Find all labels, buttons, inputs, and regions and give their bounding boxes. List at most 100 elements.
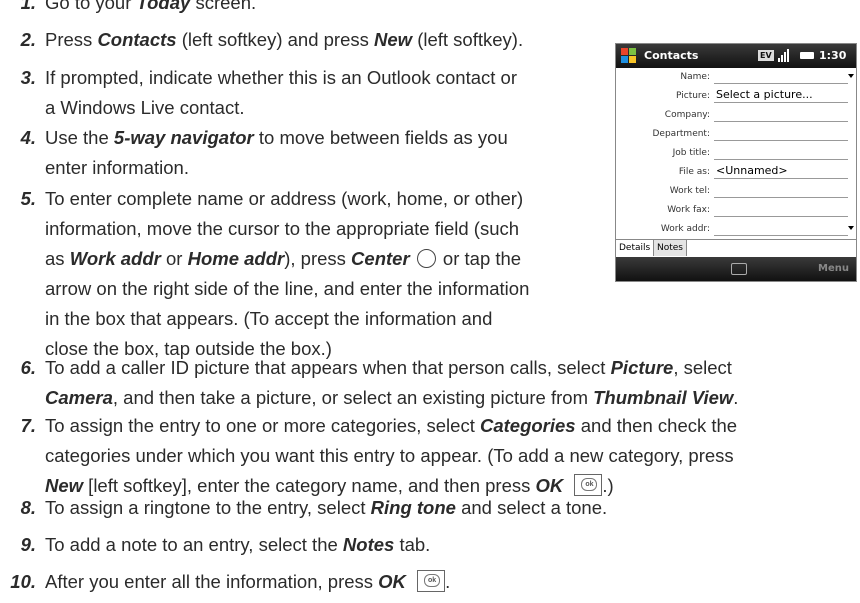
plain-text: Use the — [45, 127, 114, 148]
step-text-line: as Work addr or Home addr), press Center… — [45, 246, 521, 271]
field-input[interactable] — [714, 145, 848, 160]
plain-text: To add a caller ID picture that appears … — [45, 357, 611, 378]
contact-field-row[interactable]: Work addr: — [616, 221, 856, 238]
plain-text: information, move the cursor to the appr… — [45, 218, 520, 239]
emphasis-term: Work addr — [69, 248, 161, 269]
step-text-line: a Windows Live contact. — [45, 95, 244, 120]
field-input[interactable] — [714, 126, 848, 141]
contact-field-row[interactable]: Picture: Select a picture... — [616, 88, 856, 105]
emphasis-term: Picture — [610, 357, 674, 378]
plain-text: . — [733, 387, 739, 408]
plain-text: to move between fields as you — [253, 127, 508, 148]
tab-notes[interactable]: Notes — [654, 240, 687, 256]
plain-text: Press — [45, 29, 98, 50]
step-text-line: Press Contacts (left softkey) and press … — [45, 27, 523, 52]
phone-title-bar: Contacts EV 1:30 — [616, 44, 856, 68]
phone-title: Contacts — [644, 49, 699, 62]
contact-field-row[interactable]: Work tel: — [616, 183, 856, 200]
contact-field-row[interactable]: File as: <Unnamed> — [616, 164, 856, 181]
field-input[interactable] — [714, 202, 848, 217]
dropdown-arrow-icon[interactable] — [848, 74, 854, 78]
field-label: Work fax: — [667, 205, 710, 215]
emphasis-term: New — [374, 29, 413, 50]
plain-text: (left softkey). — [412, 29, 524, 50]
step-text-line: Camera, and then take a picture, or sele… — [45, 385, 738, 410]
field-label: File as: — [678, 167, 710, 177]
emphasis-term: Ring tone — [370, 497, 456, 518]
step-number: 7. — [20, 415, 36, 436]
field-input[interactable] — [714, 183, 848, 198]
contact-field-row[interactable]: Name: — [616, 69, 856, 86]
field-label: Department: — [652, 129, 711, 139]
center-button-icon — [416, 249, 436, 268]
step-text-line: After you enter all the information, pre… — [45, 569, 450, 594]
plain-text: or tap the — [437, 248, 522, 269]
plain-text: enter information. — [45, 157, 189, 178]
plain-text — [410, 248, 415, 269]
plain-text: and select a tone. — [455, 497, 608, 518]
ok-button-icon: ok — [417, 570, 446, 592]
contact-form-screenshot: Contacts EV 1:30 Name: Picture: Select a p… — [615, 43, 857, 282]
plain-text: categories under which you want this ent… — [45, 445, 734, 466]
field-label: Work tel: — [669, 186, 710, 196]
contact-field-row[interactable]: Department: — [616, 126, 856, 143]
plain-text: ), press — [284, 248, 352, 269]
step-text-line: Use the 5-way navigator to move between … — [45, 125, 508, 150]
field-input[interactable] — [714, 221, 848, 236]
field-input[interactable]: Select a picture... — [714, 88, 848, 103]
field-input[interactable]: <Unnamed> — [714, 164, 848, 179]
step-text-line: enter information. — [45, 155, 189, 180]
step-text-line: information, move the cursor to the appr… — [45, 216, 519, 241]
plain-text: (left softkey) and press — [176, 29, 375, 50]
plain-text: screen. — [190, 0, 257, 13]
battery-icon — [800, 52, 814, 59]
tab-details[interactable]: Details — [616, 240, 655, 256]
keyboard-icon[interactable] — [731, 263, 747, 275]
windows-flag-icon — [621, 48, 637, 64]
step-number: 9. — [20, 534, 36, 555]
field-input[interactable] — [714, 107, 848, 122]
plain-text: in the box that appears. (To accept the … — [45, 308, 493, 329]
step-text-line: To assign the entry to one or more categ… — [45, 413, 737, 438]
plain-text: To assign a ringtone to the entry, selec… — [45, 497, 371, 518]
ev-network-icon: EV — [758, 50, 774, 61]
plain-text: To enter complete name or address (work,… — [45, 188, 524, 209]
signal-strength-icon — [778, 49, 792, 62]
step-text-line: To assign a ringtone to the entry, selec… — [45, 495, 607, 520]
tab-bar: Details Notes — [616, 239, 856, 257]
field-input[interactable] — [714, 69, 848, 84]
field-label: Picture: — [676, 91, 710, 101]
plain-text: tab. — [394, 534, 431, 555]
step-number: 6. — [20, 357, 36, 378]
plain-text: as — [45, 248, 70, 269]
contact-field-row[interactable]: Company: — [616, 107, 856, 124]
step-text-line: arrow on the right side of the line, and… — [45, 276, 529, 301]
emphasis-term: Thumbnail View — [593, 387, 734, 408]
emphasis-term: Today — [136, 0, 191, 13]
step-number: 3. — [20, 67, 36, 88]
plain-text: After you enter all the information, pre… — [45, 571, 379, 592]
step-text-line: To add a note to an entry, select the No… — [45, 532, 430, 557]
emphasis-term: Categories — [479, 415, 576, 436]
emphasis-term: Contacts — [97, 29, 177, 50]
step-number: 8. — [20, 497, 36, 518]
plain-text: To assign the entry to one or more categ… — [45, 415, 480, 436]
emphasis-term: OK — [535, 475, 564, 496]
step-text-line: categories under which you want this ent… — [45, 443, 734, 468]
dropdown-arrow-icon[interactable] — [848, 226, 854, 230]
clock-time: 1:30 — [819, 49, 847, 62]
contact-field-row[interactable]: Work fax: — [616, 202, 856, 219]
step-number: 10. — [10, 571, 36, 592]
plain-text: [left softkey], enter the category name,… — [83, 475, 536, 496]
contact-fields: Name: Picture: Select a picture... Company:… — [616, 68, 856, 239]
contact-field-row[interactable]: Job title: — [616, 145, 856, 162]
menu-softkey[interactable]: Menu — [818, 263, 849, 274]
field-label: Job title: — [672, 148, 710, 158]
plain-text: or — [160, 248, 188, 269]
plain-text: If prompted, indicate whether this is an… — [45, 67, 517, 88]
step-text-line: in the box that appears. (To accept the … — [45, 306, 492, 331]
step-number: 2. — [20, 29, 36, 50]
plain-text: To add a note to an entry, select the — [45, 534, 343, 555]
step-number: 5. — [20, 188, 36, 209]
step-text-line: To enter complete name or address (work,… — [45, 186, 523, 211]
